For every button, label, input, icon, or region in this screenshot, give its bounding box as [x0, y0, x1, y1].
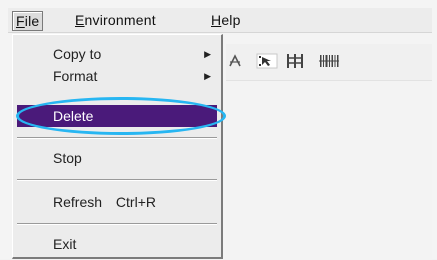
menu-environment[interactable]: Environment: [72, 11, 159, 29]
menu-help[interactable]: Help: [208, 11, 244, 29]
stop-label: Stop: [53, 150, 82, 166]
menu-separator: [17, 179, 217, 181]
menu-separator: [17, 223, 217, 225]
barcode-icon[interactable]: [318, 52, 340, 70]
menu-item-refresh[interactable]: Refresh Ctrl+R: [17, 191, 217, 213]
menu-item-delete[interactable]: Delete: [17, 105, 217, 127]
delete-label: Delete: [53, 108, 94, 124]
exit-label: Exit: [53, 236, 77, 252]
copy-to-label: Copy to: [53, 46, 102, 62]
menu-bar: File Environment Help: [8, 8, 432, 33]
menu-item-copy-to[interactable]: Copy to ▶: [17, 43, 217, 65]
menu-item-stop[interactable]: Stop: [17, 147, 217, 169]
menu-file[interactable]: File: [12, 11, 44, 31]
submenu-arrow-icon: ▶: [204, 49, 211, 59]
menu-separator: [17, 137, 217, 139]
content-area: [226, 80, 432, 260]
format-label: Format: [53, 68, 98, 84]
menu-item-exit[interactable]: Exit: [17, 233, 217, 255]
align-columns-icon[interactable]: [284, 52, 306, 70]
menu-item-format[interactable]: Format ▶: [17, 65, 217, 87]
submenu-arrow-icon: ▶: [204, 71, 211, 81]
toolbar: [226, 44, 432, 80]
refresh-shortcut: Ctrl+R: [115, 194, 156, 210]
file-menu-dropdown: Copy to ▶ Format ▶ Delete Stop Refresh C…: [12, 34, 223, 259]
refresh-label: Refresh: [53, 194, 103, 210]
cut-tool-icon[interactable]: [228, 52, 242, 70]
pointer-tool-icon[interactable]: [256, 52, 278, 70]
app-window: File Environment Help Copy to ▶ Format ▶…: [0, 0, 437, 260]
